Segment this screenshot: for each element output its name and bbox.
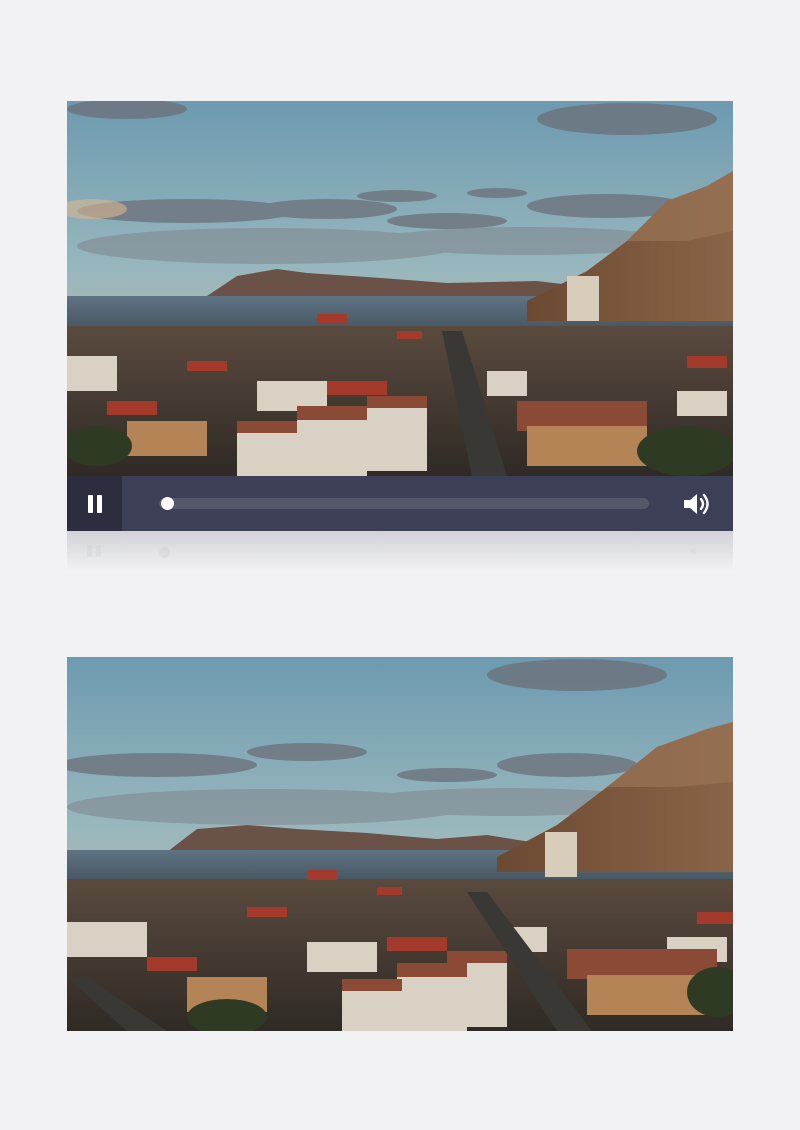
video-image — [67, 101, 733, 476]
pause-icon — [87, 494, 102, 513]
progress-bar[interactable] — [159, 497, 649, 510]
video-frame[interactable] — [67, 101, 733, 476]
preview-frame — [67, 657, 733, 1031]
preview-image — [67, 657, 733, 1031]
controls-reflection — [67, 531, 733, 571]
volume-button[interactable] — [681, 490, 711, 518]
volume-icon — [684, 493, 709, 515]
page — [0, 0, 800, 1130]
video-controls — [67, 476, 733, 531]
pause-button[interactable] — [67, 476, 122, 531]
progress-thumb[interactable] — [161, 497, 174, 510]
